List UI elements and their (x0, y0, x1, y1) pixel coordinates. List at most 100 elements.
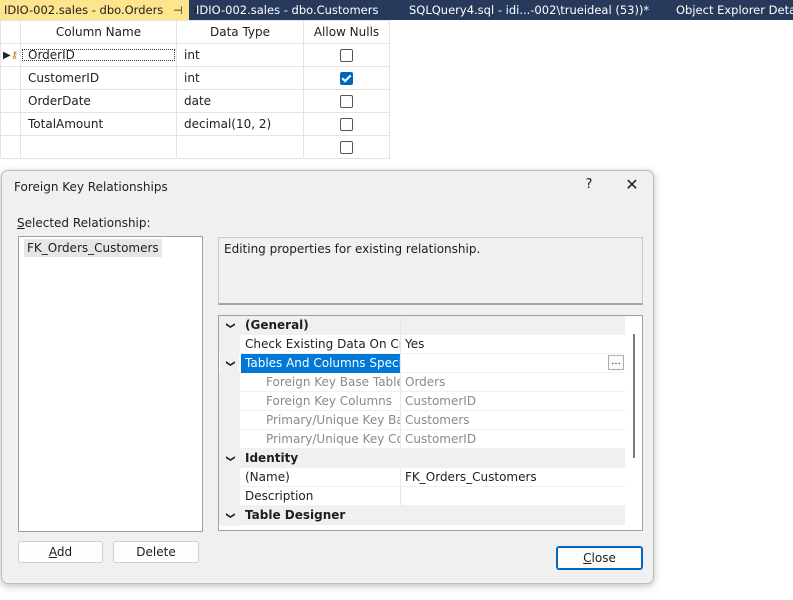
column-name-cell[interactable]: TotalAmount (20, 112, 177, 136)
table-row[interactable]: CustomerID int (0, 66, 390, 90)
close-button-mnemonic: C (583, 551, 592, 565)
relationship-list[interactable]: FK_Orders_Customers (18, 236, 203, 532)
data-type-text: int (184, 71, 200, 85)
row-gutter (219, 468, 240, 487)
data-type-text: int (184, 48, 200, 62)
allow-nulls-checkbox[interactable] (340, 49, 353, 62)
tab-orders[interactable]: IDIO-002.sales - dbo.Orders ⊣ ✕ (0, 0, 201, 21)
tab-object-explorer-details-label: Object Explorer Details (676, 3, 793, 17)
row-selector[interactable] (0, 89, 21, 113)
column-name-cell[interactable]: CustomerID (20, 66, 177, 90)
category-identity[interactable]: ❯ Identity (219, 448, 625, 469)
delete-button-label: Delete (136, 545, 176, 559)
table-row[interactable]: TotalAmount decimal(10, 2) (0, 112, 390, 136)
selected-relationship-label-text: elected Relationship: (24, 216, 151, 230)
table-row[interactable]: ▶⚷ OrderID int (0, 43, 390, 67)
collapse-icon[interactable]: ❯ (220, 353, 239, 374)
property-name: Tables And Columns Specifica (241, 354, 401, 373)
allow-nulls-checkbox[interactable] (340, 141, 353, 154)
category-general[interactable]: ❯ (General) (219, 316, 625, 336)
scrollbar-thumb[interactable] (633, 334, 635, 458)
column-name-text: OrderDate (28, 94, 91, 108)
row-gutter (219, 373, 240, 392)
primary-key-icon[interactable]: ▶⚷ (0, 43, 21, 67)
data-type-cell[interactable]: date (176, 89, 304, 113)
allow-nulls-checkbox[interactable] (340, 72, 353, 85)
category-table-designer-label: Table Designer (245, 508, 346, 522)
allow-nulls-checkbox[interactable] (340, 95, 353, 108)
allow-nulls-cell[interactable] (303, 112, 390, 136)
property-name-row[interactable]: (Name) FK_Orders_Customers (219, 468, 625, 487)
column-name-header: Column Name (20, 20, 177, 44)
column-name-text: TotalAmount (28, 117, 104, 131)
delete-button[interactable]: Delete (113, 541, 199, 563)
column-name-cell[interactable]: OrderDate (20, 89, 177, 113)
row-gutter (219, 411, 240, 430)
category-general-label: (General) (245, 316, 401, 335)
allow-nulls-cell[interactable] (303, 89, 390, 113)
pin-icon[interactable]: ⊣ (173, 1, 183, 21)
property-fk-columns[interactable]: Foreign Key Columns CustomerID (219, 392, 625, 411)
row-gutter (219, 392, 240, 411)
property-description-row[interactable]: Description (219, 487, 625, 506)
property-value[interactable]: FK_Orders_Customers (405, 468, 537, 487)
row-gutter (219, 335, 240, 354)
foreign-key-relationships-dialog: Foreign Key Relationships ? ✕ Selected R… (1, 170, 654, 584)
add-button-label: dd (56, 545, 73, 559)
category-identity-label: Identity (245, 451, 299, 465)
allow-nulls-cell[interactable] (303, 66, 390, 90)
column-name-text: OrderID (21, 48, 176, 62)
close-icon[interactable]: ✕ (622, 175, 642, 195)
property-grid[interactable]: ❯ (General) Check Existing Data On Creat… (218, 315, 643, 531)
allow-nulls-checkbox[interactable] (340, 118, 353, 131)
row-selector-header (0, 20, 21, 44)
data-type-cell[interactable]: int (176, 43, 304, 67)
collapse-icon[interactable]: ❯ (220, 505, 239, 526)
property-pk-columns[interactable]: Primary/Unique Key Colu CustomerID (219, 430, 625, 449)
list-item[interactable]: FK_Orders_Customers (24, 239, 162, 257)
allow-nulls-header: Allow Nulls (303, 20, 390, 44)
property-tables-columns-spec[interactable]: ❯ Tables And Columns Specifica ... (219, 353, 625, 374)
property-value[interactable]: Yes (405, 335, 424, 354)
document-tab-bar: IDIO-002.sales - dbo.Orders ⊣ ✕ IDIO-002… (0, 0, 793, 20)
category-table-designer[interactable]: ❯ Table Designer (219, 505, 625, 526)
table-row[interactable]: OrderDate date (0, 89, 390, 113)
selected-relationship-label: Selected Relationship: (17, 216, 151, 230)
row-selector[interactable] (0, 66, 21, 90)
data-type-text: date (184, 94, 212, 108)
row-selector[interactable] (0, 112, 21, 136)
add-button[interactable]: Add (18, 541, 103, 563)
property-value: CustomerID (405, 394, 477, 408)
column-name-cell[interactable] (20, 135, 177, 159)
allow-nulls-cell[interactable] (303, 135, 390, 159)
ellipsis-button[interactable]: ... (608, 355, 624, 370)
data-type-header: Data Type (176, 20, 304, 44)
collapse-icon[interactable]: ❯ (220, 448, 239, 469)
property-grid-scrollbar[interactable] (626, 316, 642, 530)
relationship-description: Editing properties for existing relation… (218, 237, 643, 305)
collapse-icon[interactable]: ❯ (220, 316, 239, 336)
data-type-cell[interactable] (176, 135, 304, 159)
close-button-label: lose (591, 551, 616, 565)
data-type-cell[interactable]: int (176, 66, 304, 90)
close-button[interactable]: Close (556, 546, 643, 570)
table-row[interactable] (0, 135, 390, 159)
column-grid: Column Name Data Type Allow Nulls ▶⚷ Ord… (0, 20, 390, 159)
add-button-mnemonic: A (48, 545, 57, 559)
data-type-text: decimal(10, 2) (184, 117, 272, 131)
allow-nulls-cell[interactable] (303, 43, 390, 67)
property-fk-base-table[interactable]: Foreign Key Base Table Orders (219, 373, 625, 392)
property-check-existing[interactable]: Check Existing Data On Creat Yes (219, 335, 625, 354)
property-name: Check Existing Data On Creat (245, 335, 401, 354)
help-icon[interactable]: ? (582, 177, 596, 192)
column-name-cell[interactable]: OrderID (20, 43, 177, 67)
data-type-cell[interactable]: decimal(10, 2) (176, 112, 304, 136)
tab-object-explorer-details[interactable]: Object Explorer Details (676, 0, 793, 20)
property-pk-base-table[interactable]: Primary/Unique Key Base Customers (219, 411, 625, 430)
row-gutter (219, 430, 240, 449)
row-selector[interactable] (0, 135, 21, 159)
tab-customers[interactable]: IDIO-002.sales - dbo.Customers (196, 0, 378, 20)
tab-sqlquery4-label: SQLQuery4.sql - idi...-002\trueideal (53… (409, 3, 650, 17)
property-name: Foreign Key Columns (266, 392, 401, 411)
tab-sqlquery4[interactable]: SQLQuery4.sql - idi...-002\trueideal (53… (409, 0, 649, 20)
